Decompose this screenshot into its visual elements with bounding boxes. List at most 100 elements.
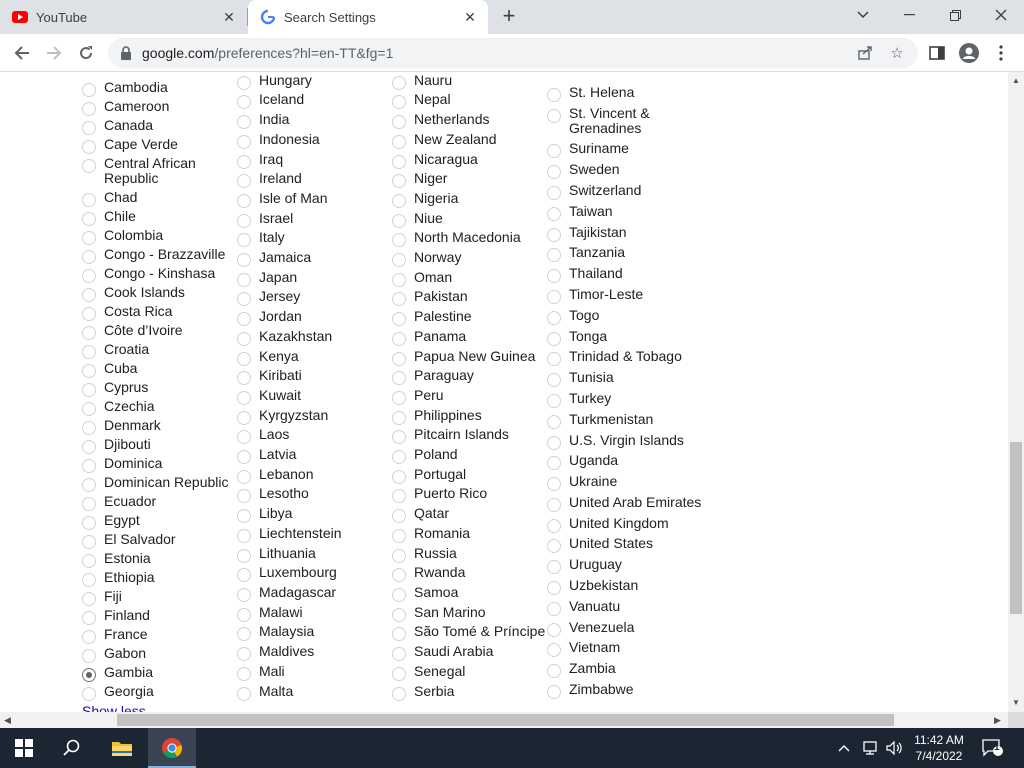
region-radio-button[interactable] [82, 687, 96, 701]
region-radio-button[interactable] [547, 228, 561, 242]
region-radio-button[interactable] [547, 311, 561, 325]
region-radio-button[interactable] [82, 231, 96, 245]
region-radio-button[interactable] [547, 560, 561, 574]
region-radio-button[interactable] [237, 292, 251, 306]
region-radio-button[interactable] [237, 549, 251, 563]
region-radio-button[interactable] [237, 391, 251, 405]
region-radio-button[interactable] [82, 269, 96, 283]
region-radio-button[interactable] [82, 459, 96, 473]
region-radio-button[interactable] [237, 95, 251, 109]
region-radio-button[interactable] [82, 649, 96, 663]
region-radio-button[interactable] [392, 430, 406, 444]
region-radio-button[interactable] [82, 326, 96, 340]
region-radio-button[interactable] [392, 352, 406, 366]
region-radio-button[interactable] [392, 608, 406, 622]
scroll-down-arrow-icon[interactable]: ▼ [1012, 698, 1020, 707]
region-radio-button[interactable] [237, 115, 251, 129]
region-radio-button[interactable] [547, 109, 561, 123]
region-radio-button[interactable] [237, 687, 251, 701]
region-radio-button[interactable] [237, 489, 251, 503]
region-radio-button[interactable] [82, 193, 96, 207]
region-radio-button[interactable] [547, 290, 561, 304]
region-radio-button[interactable] [392, 470, 406, 484]
region-radio-button[interactable] [547, 643, 561, 657]
reload-button[interactable] [73, 40, 99, 66]
show-less-link[interactable]: Show less [82, 703, 146, 712]
region-radio-button[interactable] [82, 497, 96, 511]
region-radio-button[interactable] [392, 647, 406, 661]
share-icon[interactable] [856, 44, 874, 62]
region-radio-button[interactable] [547, 581, 561, 595]
close-window-button[interactable] [978, 0, 1024, 30]
region-radio-button[interactable] [392, 233, 406, 247]
region-radio-button[interactable] [547, 394, 561, 408]
forward-button[interactable] [41, 40, 67, 66]
vertical-scrollbar[interactable]: ▲ ▼ [1008, 72, 1024, 712]
region-radio-button[interactable] [547, 498, 561, 512]
region-radio-button[interactable] [237, 352, 251, 366]
region-radio-button[interactable] [237, 332, 251, 346]
region-radio-button[interactable] [547, 623, 561, 637]
region-radio-button[interactable] [237, 273, 251, 287]
region-radio-button[interactable] [82, 668, 96, 682]
region-radio-button[interactable] [547, 165, 561, 179]
address-bar[interactable]: google.com/preferences?hl=en-TT&fg=1 ☆ [108, 38, 918, 68]
scroll-right-arrow-icon[interactable]: ▶ [994, 715, 1001, 726]
scroll-up-arrow-icon[interactable]: ▲ [1012, 76, 1020, 85]
search-button[interactable] [48, 728, 96, 768]
region-radio-button[interactable] [82, 307, 96, 321]
region-radio-button[interactable] [392, 411, 406, 425]
region-radio-button[interactable] [392, 95, 406, 109]
region-radio-button[interactable] [547, 685, 561, 699]
region-radio-button[interactable] [547, 602, 561, 616]
region-radio-button[interactable] [82, 535, 96, 549]
close-tab-icon[interactable]: ✕ [219, 7, 239, 27]
region-radio-button[interactable] [392, 529, 406, 543]
region-radio-button[interactable] [237, 312, 251, 326]
region-radio-button[interactable] [392, 135, 406, 149]
region-radio-button[interactable] [237, 411, 251, 425]
tab-search-settings[interactable]: Search Settings ✕ [248, 0, 488, 34]
region-radio-button[interactable] [392, 489, 406, 503]
region-radio-button[interactable] [547, 456, 561, 470]
region-radio-button[interactable] [392, 687, 406, 701]
region-radio-button[interactable] [237, 155, 251, 169]
region-radio-button[interactable] [237, 214, 251, 228]
start-button[interactable] [0, 728, 48, 768]
menu-kebab-icon[interactable] [990, 42, 1012, 64]
region-radio-button[interactable] [237, 76, 251, 90]
region-radio-button[interactable] [82, 383, 96, 397]
horizontal-scrollbar[interactable]: ◀ ▶ [0, 712, 1008, 728]
minimize-button[interactable] [886, 0, 932, 30]
region-radio-button[interactable] [392, 292, 406, 306]
region-radio-button[interactable] [392, 115, 406, 129]
back-button[interactable] [9, 40, 35, 66]
region-radio-button[interactable] [392, 174, 406, 188]
region-radio-button[interactable] [547, 269, 561, 283]
region-radio-button[interactable] [82, 592, 96, 606]
bookmark-star-icon[interactable]: ☆ [888, 44, 906, 62]
region-radio-button[interactable] [237, 529, 251, 543]
region-radio-button[interactable] [82, 250, 96, 264]
region-radio-button[interactable] [392, 371, 406, 385]
region-radio-button[interactable] [237, 135, 251, 149]
region-radio-button[interactable] [82, 121, 96, 135]
region-radio-button[interactable] [82, 288, 96, 302]
region-radio-button[interactable] [392, 549, 406, 563]
region-radio-button[interactable] [547, 415, 561, 429]
region-radio-button[interactable] [392, 214, 406, 228]
region-radio-button[interactable] [82, 421, 96, 435]
region-radio-button[interactable] [237, 253, 251, 267]
region-radio-button[interactable] [547, 88, 561, 102]
scroll-left-arrow-icon[interactable]: ◀ [4, 715, 11, 726]
region-radio-button[interactable] [82, 630, 96, 644]
region-radio-button[interactable] [82, 573, 96, 587]
volume-icon[interactable] [886, 728, 904, 768]
region-radio-button[interactable] [547, 436, 561, 450]
lock-icon[interactable] [120, 46, 132, 65]
region-radio-button[interactable] [82, 554, 96, 568]
region-radio-button[interactable] [547, 186, 561, 200]
region-radio-button[interactable] [237, 470, 251, 484]
region-radio-button[interactable] [392, 253, 406, 267]
restore-button[interactable] [932, 0, 978, 30]
